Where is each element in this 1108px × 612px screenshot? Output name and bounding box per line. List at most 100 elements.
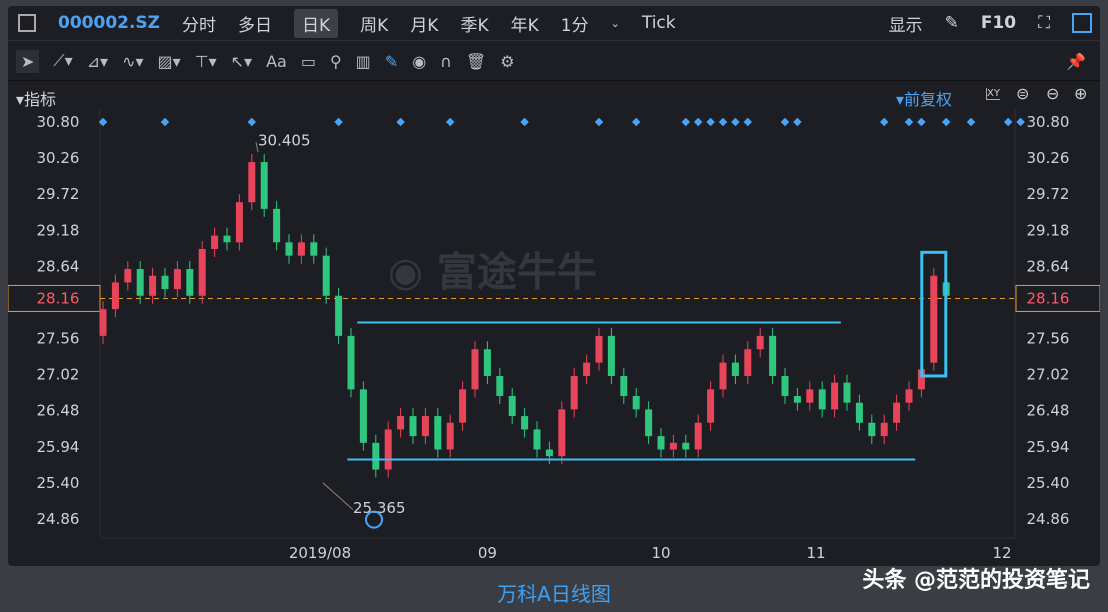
zoom-fit-icon[interactable]: ⊜ <box>1016 84 1029 103</box>
tab-multiday[interactable]: 多日 <box>238 11 272 36</box>
comment-icon[interactable]: ▭ <box>301 52 316 71</box>
y-tick-right: 30.26 <box>1027 149 1070 167</box>
line-tool-icon[interactable]: ⟋▾ <box>53 51 72 71</box>
gear-icon[interactable]: ⚙ <box>500 52 514 71</box>
candle-body <box>682 443 689 450</box>
polyline-tool-icon[interactable]: ⊿▾ <box>87 52 108 71</box>
current-price-label-left: 28.16 <box>37 289 80 307</box>
tab-intraday[interactable]: 分时 <box>182 11 216 36</box>
top-bar: 000002.SZ 分时 多日 日K 周K 月K 季K 年K 1分 ⌄ Tick… <box>8 6 1100 41</box>
zoom-out-icon[interactable]: ⊖ <box>1046 84 1059 103</box>
candle-body <box>534 429 541 449</box>
candle-body <box>447 423 454 450</box>
candle-body <box>893 403 900 423</box>
candle-body <box>137 269 144 296</box>
magnet-icon[interactable]: ∩ <box>440 52 452 71</box>
y-tick-left: 29.72 <box>37 185 80 203</box>
tab-weekly-k[interactable]: 周K <box>360 11 388 36</box>
y-tick-right: 29.18 <box>1027 221 1070 239</box>
brush-icon[interactable]: ✎ <box>945 13 959 33</box>
y-tick-right: 30.80 <box>1027 113 1070 131</box>
pen-icon[interactable]: ✎ <box>385 52 398 71</box>
wave-tool-icon[interactable]: ∿▾ <box>122 52 143 71</box>
candle-body <box>930 276 937 363</box>
fib-tool-icon[interactable]: ▨▾ <box>158 52 181 71</box>
search-icon[interactable]: ⚲ <box>330 52 342 71</box>
candle-body <box>620 376 627 396</box>
y-tick-left: 30.80 <box>37 113 80 131</box>
candlestick-chart[interactable]: 30.8030.8030.2630.2629.7229.7229.1829.18… <box>8 108 1100 568</box>
candle-body <box>472 349 479 389</box>
candle-body <box>782 376 789 396</box>
candle-body <box>186 269 193 296</box>
y-tick-left: 30.26 <box>37 149 80 167</box>
candle-body <box>720 363 727 390</box>
y-tick-left: 25.40 <box>37 474 80 492</box>
indicator-label: 指标 <box>24 90 56 109</box>
candle-body <box>596 336 603 363</box>
x-tick: 09 <box>478 544 497 562</box>
event-marker <box>632 118 640 126</box>
f10-button[interactable]: F10 <box>981 13 1016 33</box>
broker-logo-watermark: ◉ 富途牛牛 <box>388 250 597 296</box>
sidebar-toggle-icon[interactable] <box>18 14 36 32</box>
event-marker <box>1016 118 1024 126</box>
event-marker <box>917 118 925 126</box>
candle-body <box>806 389 813 402</box>
candle-body <box>658 436 665 449</box>
candle-body <box>819 389 826 409</box>
event-marker <box>682 118 690 126</box>
fullscreen-icon[interactable]: ⛶ <box>1038 13 1050 33</box>
zoom-in-icon[interactable]: ⊕ <box>1074 84 1087 103</box>
candle-body <box>571 376 578 409</box>
pin-icon[interactable]: 📌 <box>1066 52 1086 71</box>
event-marker <box>161 118 169 126</box>
x-tick: 12 <box>992 544 1011 562</box>
candle-body <box>162 276 169 289</box>
x-tick: 2019/08 <box>289 544 351 562</box>
text-tool[interactable]: Aa <box>266 52 287 71</box>
tab-yearly-k[interactable]: 年K <box>511 11 539 36</box>
event-marker <box>781 118 789 126</box>
candle-body <box>124 269 131 282</box>
candle-body <box>286 242 293 255</box>
candle-body <box>323 256 330 296</box>
event-marker <box>706 118 714 126</box>
candle-body <box>707 389 714 422</box>
tab-quarterly-k[interactable]: 季K <box>460 11 488 36</box>
tab-tick[interactable]: Tick <box>642 13 676 33</box>
trash-icon[interactable]: 🗑 <box>466 52 486 71</box>
price-range-icon[interactable]: ⊤▾ <box>195 52 217 71</box>
arrow-tool-icon[interactable]: ↖▾ <box>231 52 252 71</box>
display-menu[interactable]: 显示 <box>889 11 923 36</box>
tab-1min[interactable]: 1分 <box>561 11 589 36</box>
y-tick-right: 25.94 <box>1027 438 1070 456</box>
panel-toggle-icon[interactable] <box>1072 13 1092 33</box>
candle-body <box>422 416 429 436</box>
xy-icon[interactable]: XY <box>986 88 1000 100</box>
cursor-icon[interactable]: ➤ <box>16 50 39 73</box>
candle-body <box>794 396 801 403</box>
candle-body <box>236 202 243 242</box>
tab-monthly-k[interactable]: 月K <box>410 11 438 36</box>
candle-body <box>348 336 355 389</box>
y-tick-right: 27.56 <box>1027 330 1070 348</box>
x-tick: 10 <box>651 544 670 562</box>
event-marker <box>396 118 404 126</box>
candle-icon[interactable]: ▥ <box>356 52 371 71</box>
stock-code[interactable]: 000002.SZ <box>58 13 160 33</box>
y-tick-left: 25.94 <box>37 438 80 456</box>
y-tick-right: 25.40 <box>1027 474 1070 492</box>
chevron-down-icon[interactable]: ⌄ <box>611 17 620 30</box>
candle-body <box>546 449 553 456</box>
y-tick-left: 28.64 <box>37 257 80 275</box>
high-label: 30.405 <box>258 131 311 149</box>
adjust-select[interactable]: ▾前复权 <box>896 86 952 110</box>
indicator-toggle[interactable]: ▾指标 <box>16 86 56 110</box>
candle-body <box>856 403 863 423</box>
tab-daily-k[interactable]: 日K <box>294 9 338 38</box>
event-marker <box>694 118 702 126</box>
candle-body <box>744 349 751 376</box>
event-marker <box>520 118 528 126</box>
eye-icon[interactable]: ◉ <box>412 52 426 71</box>
